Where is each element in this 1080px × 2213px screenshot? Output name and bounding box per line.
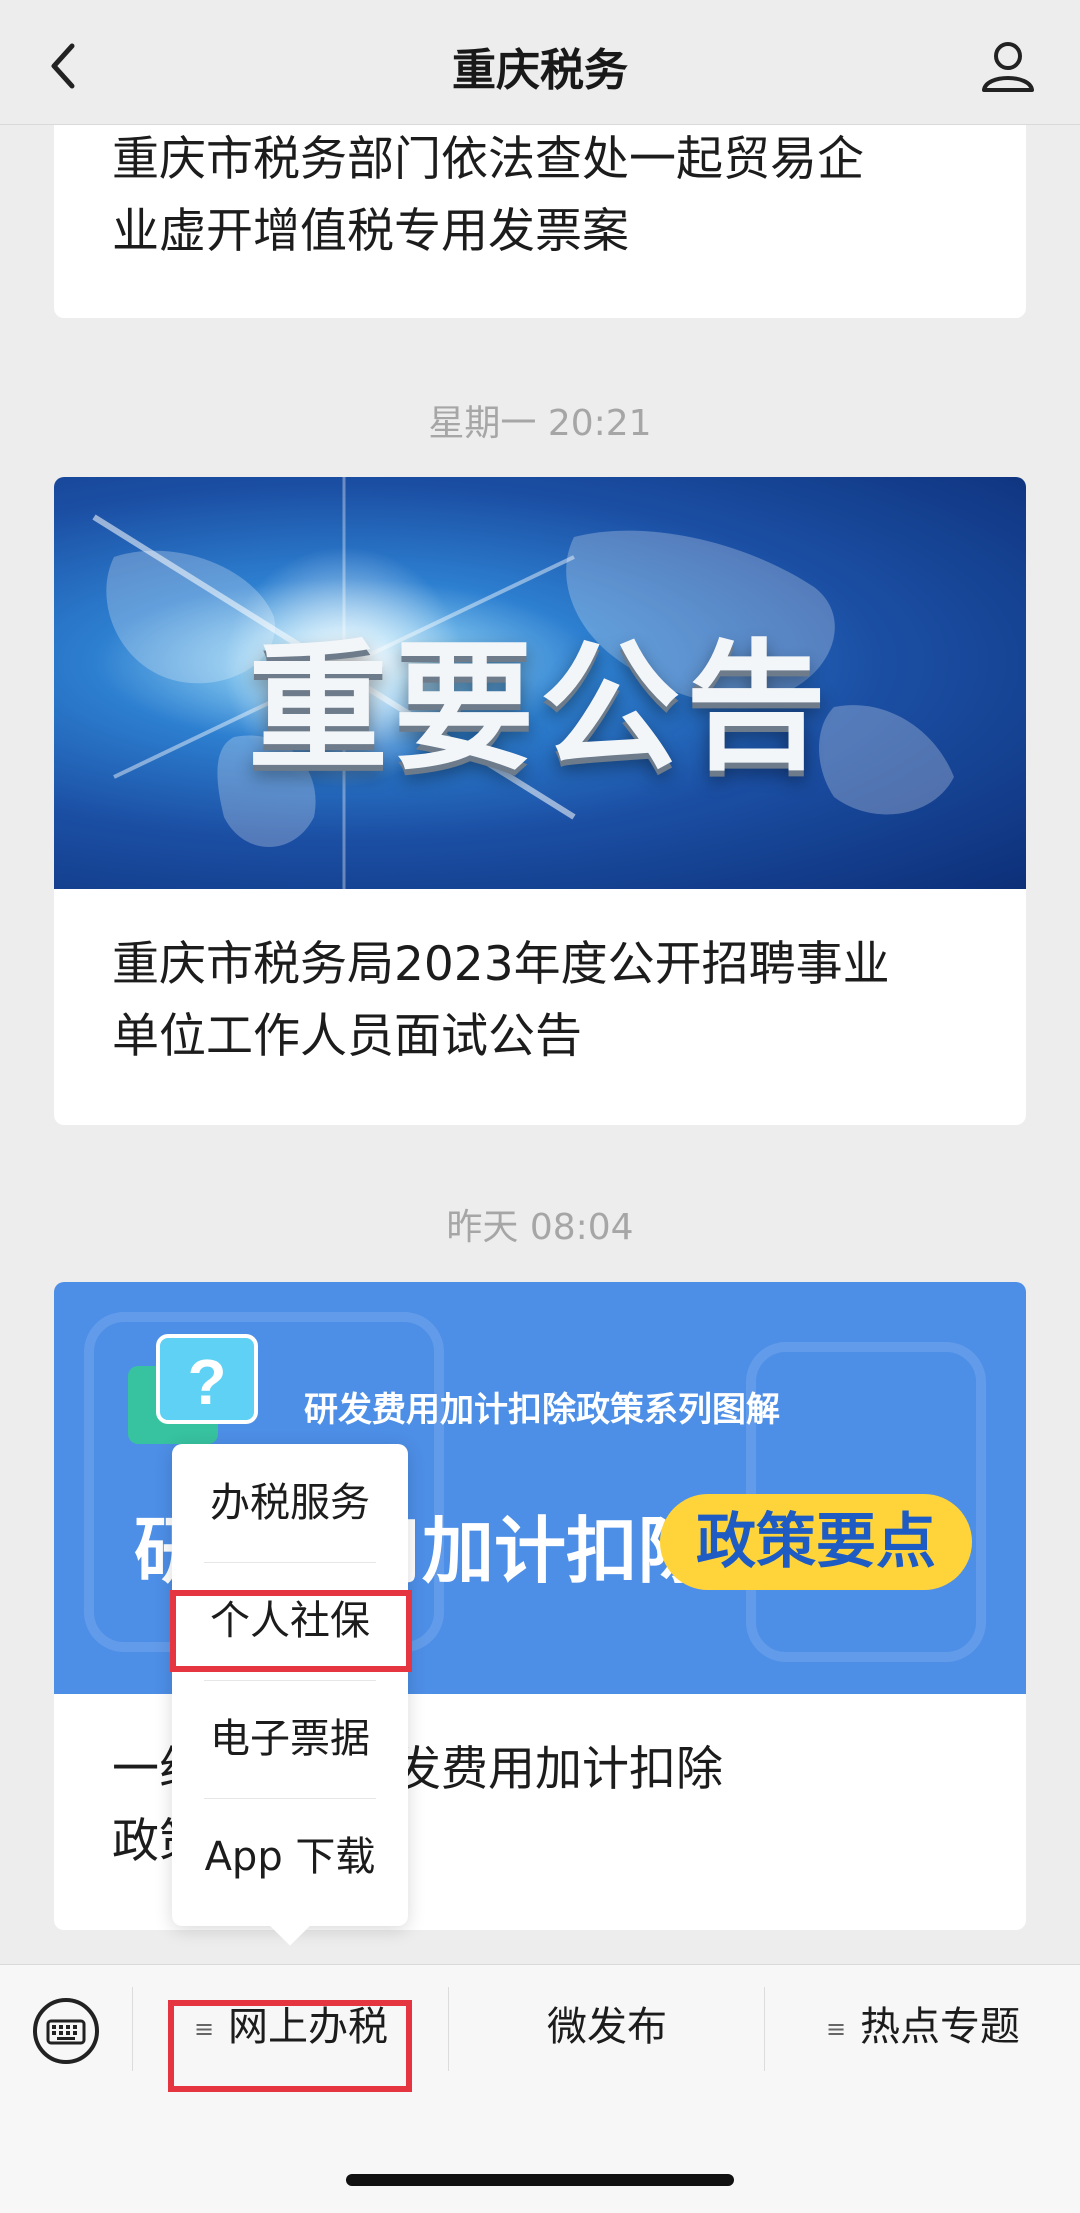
- article-card[interactable]: 重庆市税务部门依法查处一起贸易企 业虚开增值税专用发票案: [54, 100, 1026, 318]
- svg-text:?: ?: [187, 1346, 226, 1418]
- submenu-item-app-download[interactable]: App 下载: [172, 1798, 408, 1916]
- menu-button-hot-topics[interactable]: ≡ 热点专题: [766, 1965, 1080, 2089]
- home-indicator[interactable]: [346, 2174, 734, 2186]
- divider: [764, 1987, 765, 2071]
- article-headline: 重庆市税务局2023年度公开招聘事业 单位工作人员面试公告: [112, 937, 890, 1064]
- keyboard-icon[interactable]: [32, 1997, 100, 2065]
- message-timestamp: 昨天 08:04: [446, 1207, 634, 1248]
- top-nav-bar: 重庆税务: [0, 0, 1080, 125]
- user-profile-icon[interactable]: [980, 38, 1036, 94]
- banner-headline: 重要公告: [247, 627, 832, 790]
- article-card[interactable]: 重要公告 重庆市税务局2023年度公开招聘事业 单位工作人员面试公告: [54, 477, 1026, 1125]
- submenu-item-e-invoice[interactable]: 电子票据: [172, 1680, 408, 1798]
- divider: [132, 1987, 133, 2071]
- page-title: 重庆税务: [452, 45, 628, 96]
- highlight-box-online-tax: [168, 2000, 412, 2092]
- submenu-indicator-icon: ≡: [825, 2015, 847, 2043]
- highlight-box-social-security: [170, 1590, 412, 1672]
- banner-pill: 政策要点: [660, 1494, 972, 1590]
- article-headline: 重庆市税务部门依法查处一起贸易企 业虚开增值税专用发票案: [112, 132, 864, 259]
- banner-subtitle: 研发费用加计扣除政策系列图解: [304, 1390, 780, 1430]
- article-banner-image: 重要公告: [54, 477, 1026, 889]
- divider: [448, 1987, 449, 2071]
- question-bubble-icon: ?: [128, 1334, 258, 1444]
- message-timestamp: 星期一 20:21: [428, 403, 652, 444]
- submenu-popup: 办税服务 个人社保 电子票据 App 下载: [172, 1444, 408, 1946]
- submenu-item-tax-service[interactable]: 办税服务: [172, 1444, 408, 1562]
- menu-button-micro-release[interactable]: 微发布: [450, 1965, 764, 2089]
